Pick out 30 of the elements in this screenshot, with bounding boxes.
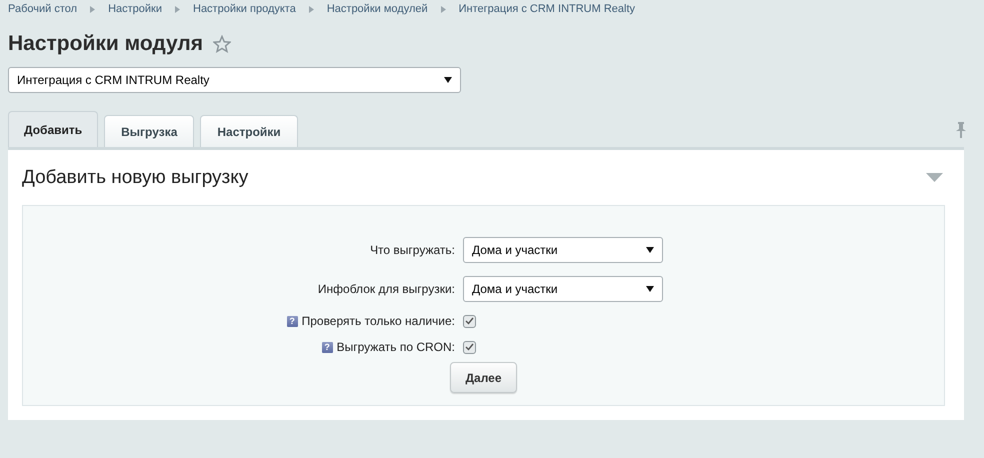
tab[interactable]: Настройки — [200, 115, 298, 147]
breadcrumb-link[interactable]: Интеграция с CRM INTRUM Realty — [458, 3, 636, 15]
tab[interactable]: Выгрузка — [104, 115, 194, 147]
tab[interactable]: Добавить — [8, 111, 98, 147]
caret-icon — [646, 246, 654, 252]
checkbox[interactable] — [463, 340, 476, 354]
field-label: Инфоблок для выгрузки: — [318, 282, 455, 296]
section-title: Добавить новую выгрузку — [22, 166, 248, 188]
breadcrumb-link[interactable]: Рабочий стол — [8, 3, 78, 15]
next-button[interactable]: Далее — [450, 362, 517, 393]
collapse-icon[interactable] — [926, 173, 943, 182]
caret-icon — [444, 77, 452, 83]
page-title: Настройки модуля — [8, 32, 204, 56]
select-field[interactable]: Дома и участки — [463, 236, 663, 262]
caret-icon — [646, 286, 654, 292]
field-label: Проверять только наличие: — [302, 314, 455, 328]
chevron-icon — [90, 6, 96, 12]
field-label: Что выгружать: — [370, 242, 455, 256]
chevron-icon — [440, 6, 446, 12]
star-icon[interactable] — [213, 35, 232, 53]
checkbox[interactable] — [463, 314, 476, 328]
field-label: Выгружать по CRON: — [336, 340, 455, 354]
breadcrumb-link[interactable]: Настройки продукта — [193, 3, 296, 15]
breadcrumb-link[interactable]: Настройки модулей — [326, 3, 428, 15]
module-select[interactable]: Интеграция с CRM INTRUM Realty — [8, 67, 461, 93]
chevron-icon — [175, 6, 180, 12]
select-field[interactable]: Дома и участки — [463, 276, 663, 302]
chevron-icon — [308, 6, 314, 12]
breadcrumb-link[interactable]: Настройки — [108, 3, 162, 15]
pin-icon[interactable] — [956, 122, 966, 138]
